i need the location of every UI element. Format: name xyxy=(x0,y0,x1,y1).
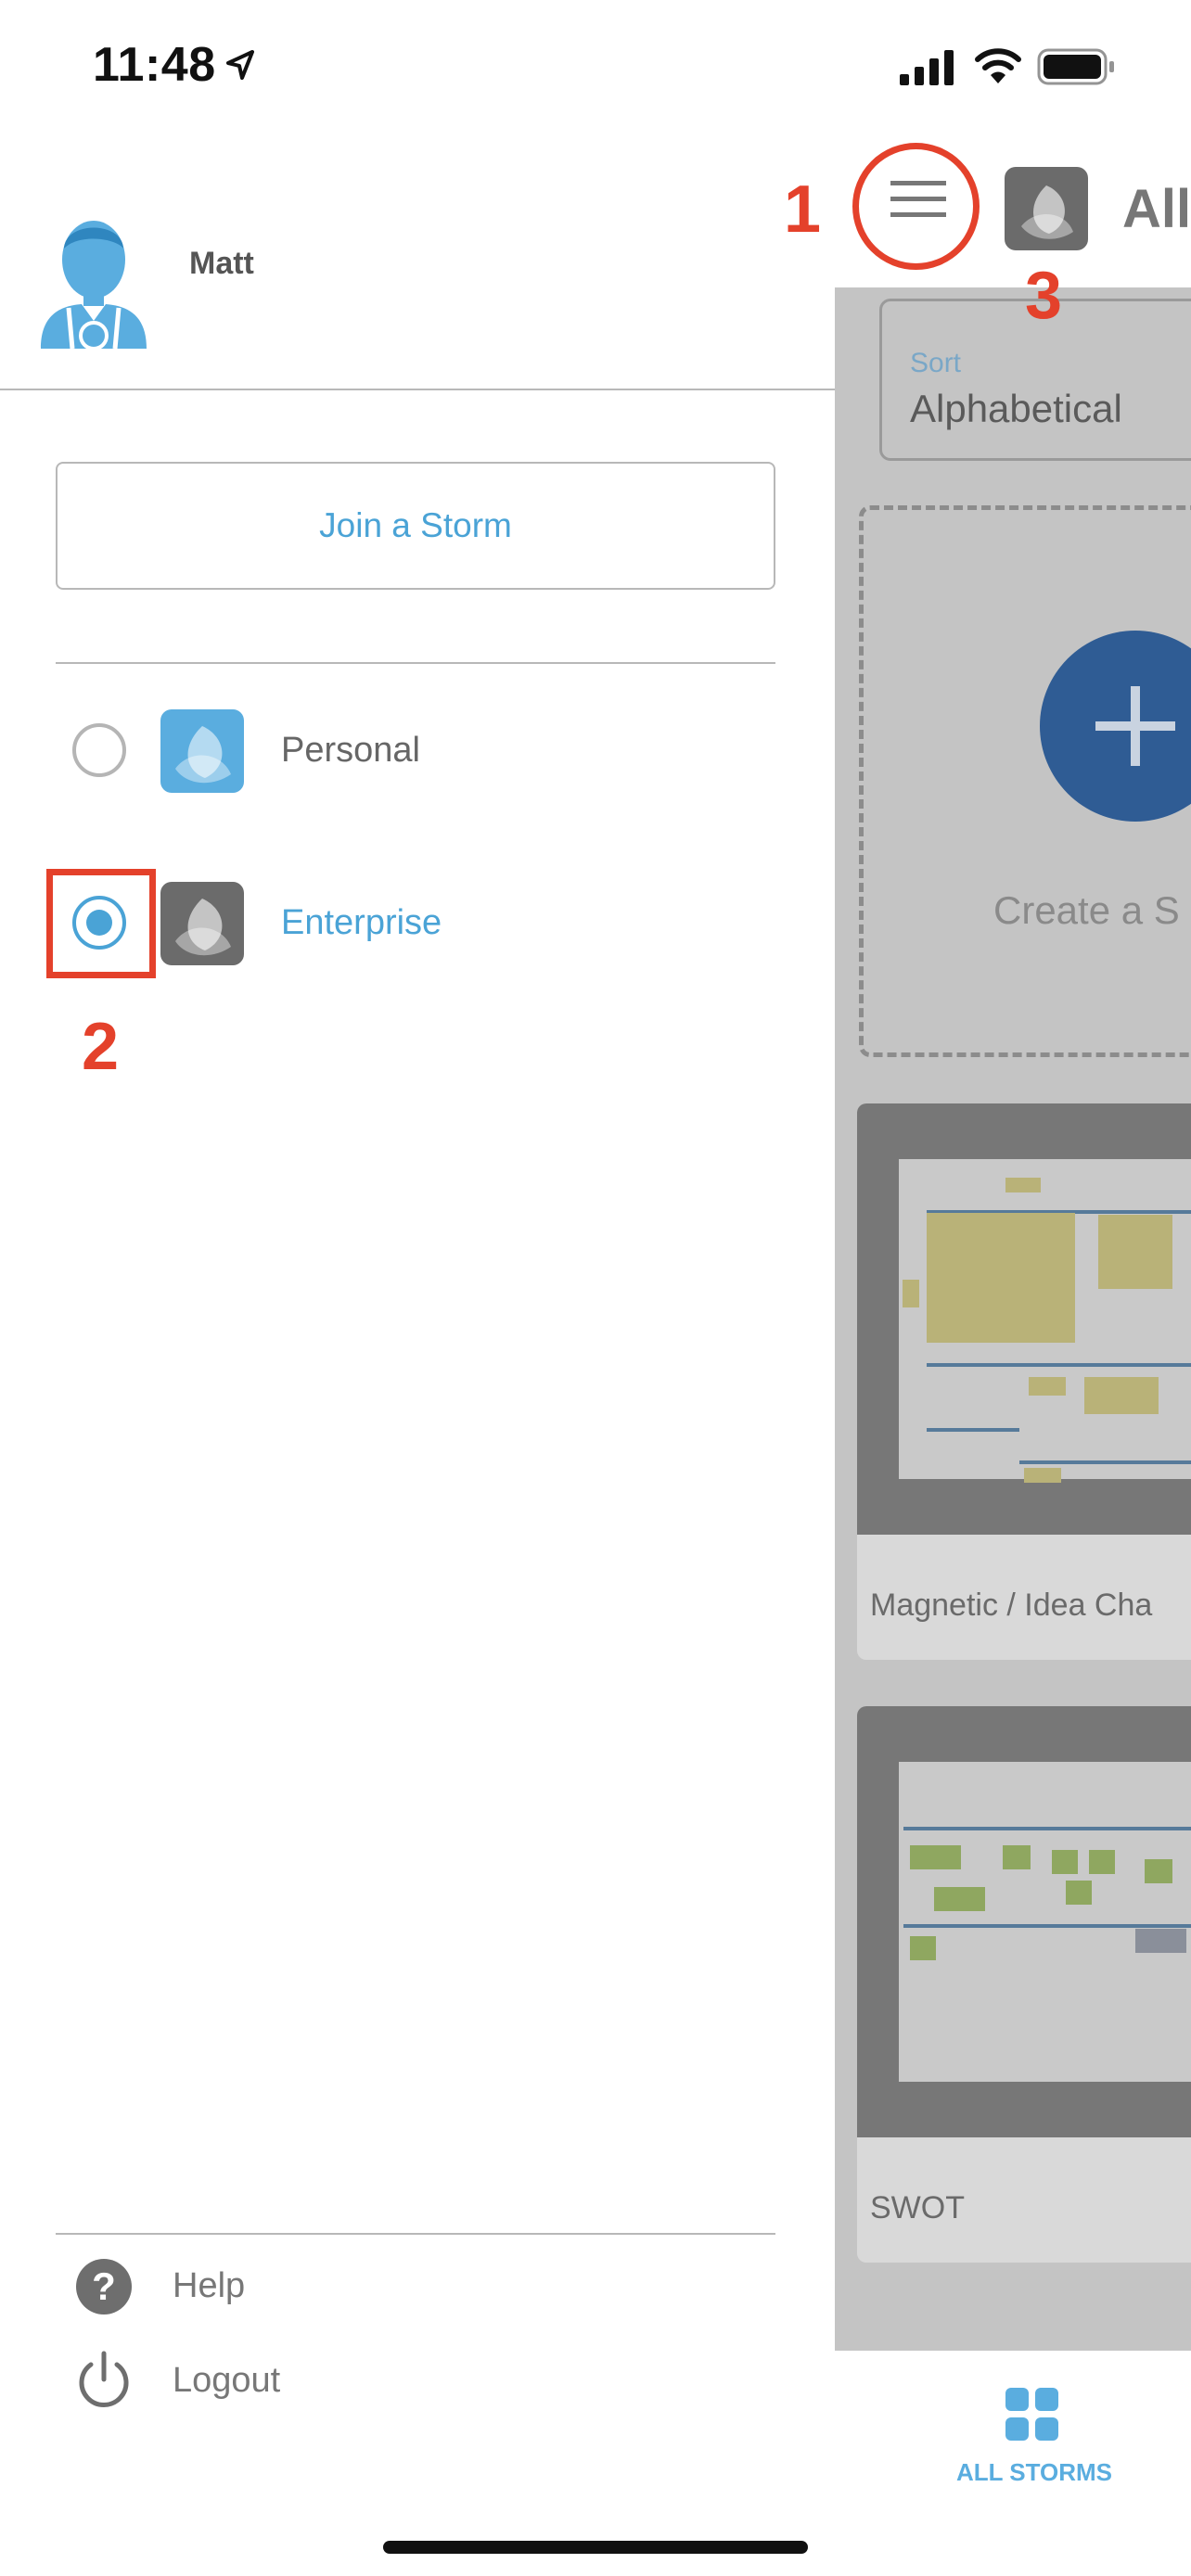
wifi-icon xyxy=(975,48,1021,83)
sort-label: Sort xyxy=(910,348,962,378)
create-storm-label: Create a S xyxy=(993,888,1180,932)
create-plus-button[interactable] xyxy=(1040,631,1191,822)
sort-value: Alphabetical xyxy=(910,387,1122,430)
join-storm-button[interactable]: Join a Storm xyxy=(56,462,775,590)
workspace-option-personal[interactable]: Personal xyxy=(56,705,775,797)
main-content-dimmed: Sort Alphabetical Create a S Magnetic / … xyxy=(835,287,1191,2351)
storm-logo-icon xyxy=(1021,185,1073,239)
enterprise-workspace-logo xyxy=(160,882,244,965)
home-indicator xyxy=(383,2541,808,2554)
navigation-drawer: Matt Join a Storm Personal Enterprise ? xyxy=(0,0,835,2576)
radio-personal[interactable] xyxy=(72,723,126,777)
help-label: Help xyxy=(173,2266,246,2305)
user-name: Matt xyxy=(189,246,254,281)
personal-workspace-logo xyxy=(160,709,244,793)
footer-divider xyxy=(56,2233,775,2235)
storm-logo-icon xyxy=(175,899,231,956)
annotation-box xyxy=(46,869,156,978)
annotation-number-1: 1 xyxy=(784,172,822,247)
power-icon xyxy=(79,2351,129,2407)
help-menu-item[interactable]: ? Help xyxy=(74,2255,445,2318)
storm-thumbnail xyxy=(899,1762,1191,2082)
workspace-switcher-button[interactable] xyxy=(1005,167,1088,250)
grid-icon xyxy=(1005,2388,1058,2441)
storm-card[interactable]: Magnetic / Idea Cha xyxy=(857,1103,1191,1660)
storm-logo-icon xyxy=(175,726,231,784)
storm-thumbnail-frame xyxy=(857,1103,1191,1535)
avatar xyxy=(41,221,147,349)
create-storm-card[interactable]: Create a S xyxy=(859,505,1191,1057)
header-divider xyxy=(0,389,835,390)
storm-card-title: SWOT xyxy=(870,2190,965,2225)
cellular-signal-icon xyxy=(900,50,954,85)
bottom-tab-bar: ALL STORMS xyxy=(835,2351,1191,2576)
battery-icon xyxy=(1037,48,1114,85)
workspace-option-enterprise[interactable]: Enterprise xyxy=(56,877,775,970)
workspace-label: Personal xyxy=(281,731,420,770)
tab-label: ALL STORMS xyxy=(955,2458,1113,2486)
help-icon: ? xyxy=(76,2259,132,2315)
section-divider xyxy=(56,662,775,664)
workspace-label: Enterprise xyxy=(281,903,442,942)
annotation-number-2: 2 xyxy=(82,1010,120,1084)
page-title: All xyxy=(1122,179,1191,239)
annotation-number-3: 3 xyxy=(1025,259,1063,333)
logout-label: Logout xyxy=(173,2361,281,2400)
tab-all-storms[interactable]: ALL STORMS xyxy=(937,2388,1122,2508)
annotation-circle xyxy=(852,143,980,270)
logout-menu-item[interactable]: Logout xyxy=(74,2348,445,2411)
storm-card[interactable]: SWOT xyxy=(857,1706,1191,2263)
storm-thumbnail-frame xyxy=(857,1706,1191,2137)
svg-text:?: ? xyxy=(92,2264,116,2308)
plus-icon xyxy=(1095,686,1175,766)
storm-card-title: Magnetic / Idea Cha xyxy=(870,1588,1153,1623)
storm-thumbnail xyxy=(899,1159,1191,1483)
